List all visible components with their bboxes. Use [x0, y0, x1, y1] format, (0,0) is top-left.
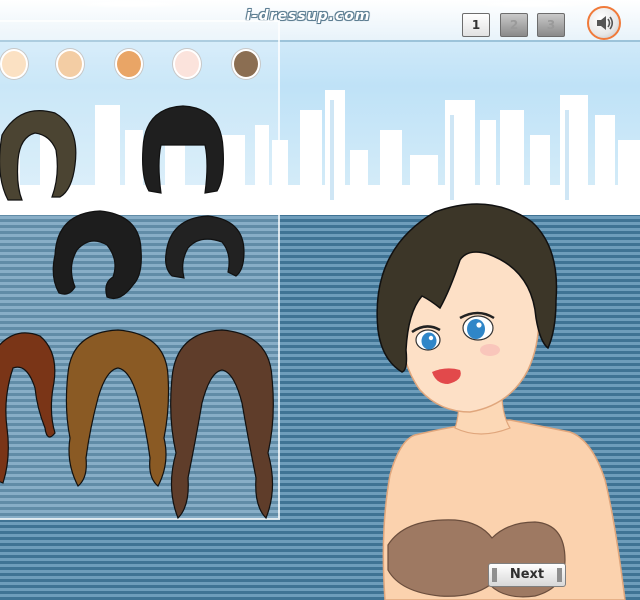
page-1-label: 1: [471, 18, 481, 32]
page-2-label: 2: [509, 18, 519, 32]
skin-tone-swatch-2[interactable]: [56, 49, 84, 79]
skin-tone-swatch-4[interactable]: [173, 49, 201, 79]
hairstyle-option-3[interactable]: [45, 205, 155, 305]
hairstyle-option-1[interactable]: [0, 105, 85, 205]
hairstyle-option-2[interactable]: [135, 103, 230, 198]
page-3-label: 3: [546, 18, 556, 32]
page-2-button[interactable]: 2: [500, 13, 528, 37]
speaker-icon: [597, 16, 614, 30]
page-1-button[interactable]: 1: [462, 13, 490, 37]
ceiling-light-right: [470, 0, 590, 8]
dressup-doll: [376, 203, 626, 600]
next-button[interactable]: Next: [488, 563, 566, 587]
hairstyle-option-5[interactable]: [0, 328, 60, 488]
hairstyle-option-4[interactable]: [160, 212, 248, 282]
hairstyle-option-6[interactable]: [58, 328, 178, 493]
sound-toggle-button[interactable]: [587, 6, 621, 40]
hairstyle-option-7[interactable]: [162, 328, 282, 523]
page-3-button[interactable]: 3: [537, 13, 565, 37]
dressup-game: i-dressup.com 1 2 3 Next: [0, 0, 640, 600]
skin-tone-swatch-1[interactable]: [0, 49, 28, 79]
ceiling-light-left: [70, 0, 190, 8]
skin-tone-swatch-3[interactable]: [115, 49, 143, 79]
skin-tone-swatch-5[interactable]: [232, 49, 260, 79]
